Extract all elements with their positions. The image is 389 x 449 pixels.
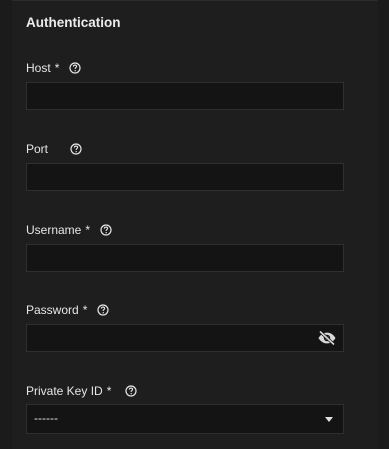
help-circle-icon[interactable]	[69, 62, 81, 74]
password-required-mark: *	[82, 303, 88, 317]
host-label: Host *	[26, 60, 81, 76]
help-circle-icon[interactable]	[70, 143, 82, 155]
port-input[interactable]	[26, 163, 344, 191]
private-key-label-text: Private Key ID	[26, 384, 103, 398]
password-label: Password *	[26, 302, 109, 318]
username-label: Username *	[26, 222, 112, 238]
private-key-label: Private Key ID *	[26, 383, 137, 399]
private-key-required-mark: *	[106, 384, 112, 398]
username-input[interactable]	[26, 244, 344, 272]
password-label-text: Password	[26, 303, 79, 317]
host-required-mark: *	[54, 61, 60, 75]
help-circle-icon[interactable]	[125, 385, 137, 397]
help-circle-icon[interactable]	[100, 224, 112, 236]
caret-down-icon	[325, 417, 333, 422]
eye-off-icon[interactable]	[317, 330, 337, 346]
host-input[interactable]	[26, 82, 344, 110]
username-label-text: Username	[26, 223, 82, 237]
password-input[interactable]	[26, 324, 344, 352]
section-title: Authentication	[26, 15, 121, 30]
private-key-select[interactable]: ------	[26, 404, 344, 434]
private-key-selected-value: ------	[34, 411, 58, 425]
authentication-panel: Authentication Host * Port Username * Pa…	[12, 0, 378, 449]
help-circle-icon[interactable]	[97, 304, 109, 316]
host-label-text: Host	[26, 61, 51, 75]
port-label: Port	[26, 141, 82, 157]
port-label-text: Port	[26, 142, 49, 156]
username-required-mark: *	[85, 223, 91, 237]
